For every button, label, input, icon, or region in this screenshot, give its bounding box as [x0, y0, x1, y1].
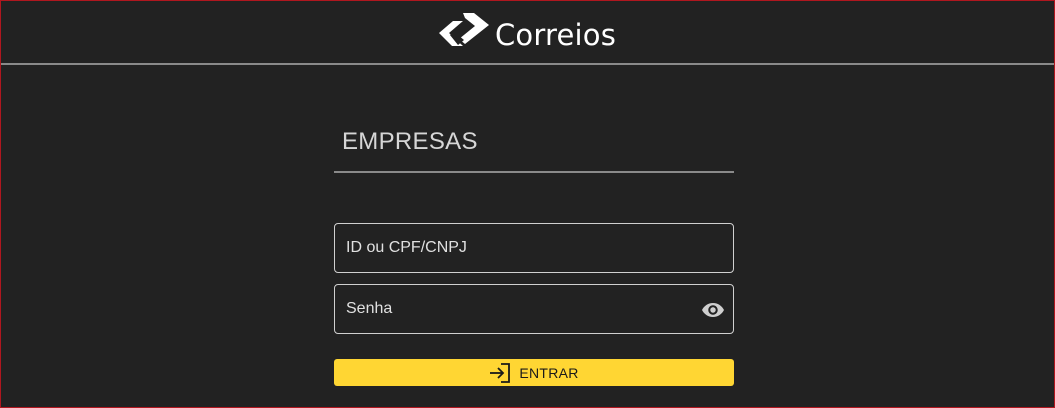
title-section: EMPRESAS: [334, 113, 734, 173]
page-title: EMPRESAS: [342, 128, 478, 155]
id-field-container: [334, 223, 734, 273]
eye-icon[interactable]: [701, 298, 725, 322]
login-icon: [490, 362, 511, 383]
enter-button-label: ENTRAR: [519, 364, 579, 381]
password-input[interactable]: [335, 285, 733, 333]
enter-button[interactable]: ENTRAR: [334, 359, 734, 386]
password-field-container: [334, 284, 734, 334]
page-frame: Correios EMPRESAS ENTRAR: [0, 0, 1055, 408]
correios-logo-mark-icon: [438, 13, 489, 46]
id-cpf-cnpj-input[interactable]: [335, 224, 733, 272]
logo-text: Correios: [494, 17, 617, 52]
correios-logo: Correios: [438, 12, 617, 52]
app-header: Correios: [1, 1, 1054, 65]
